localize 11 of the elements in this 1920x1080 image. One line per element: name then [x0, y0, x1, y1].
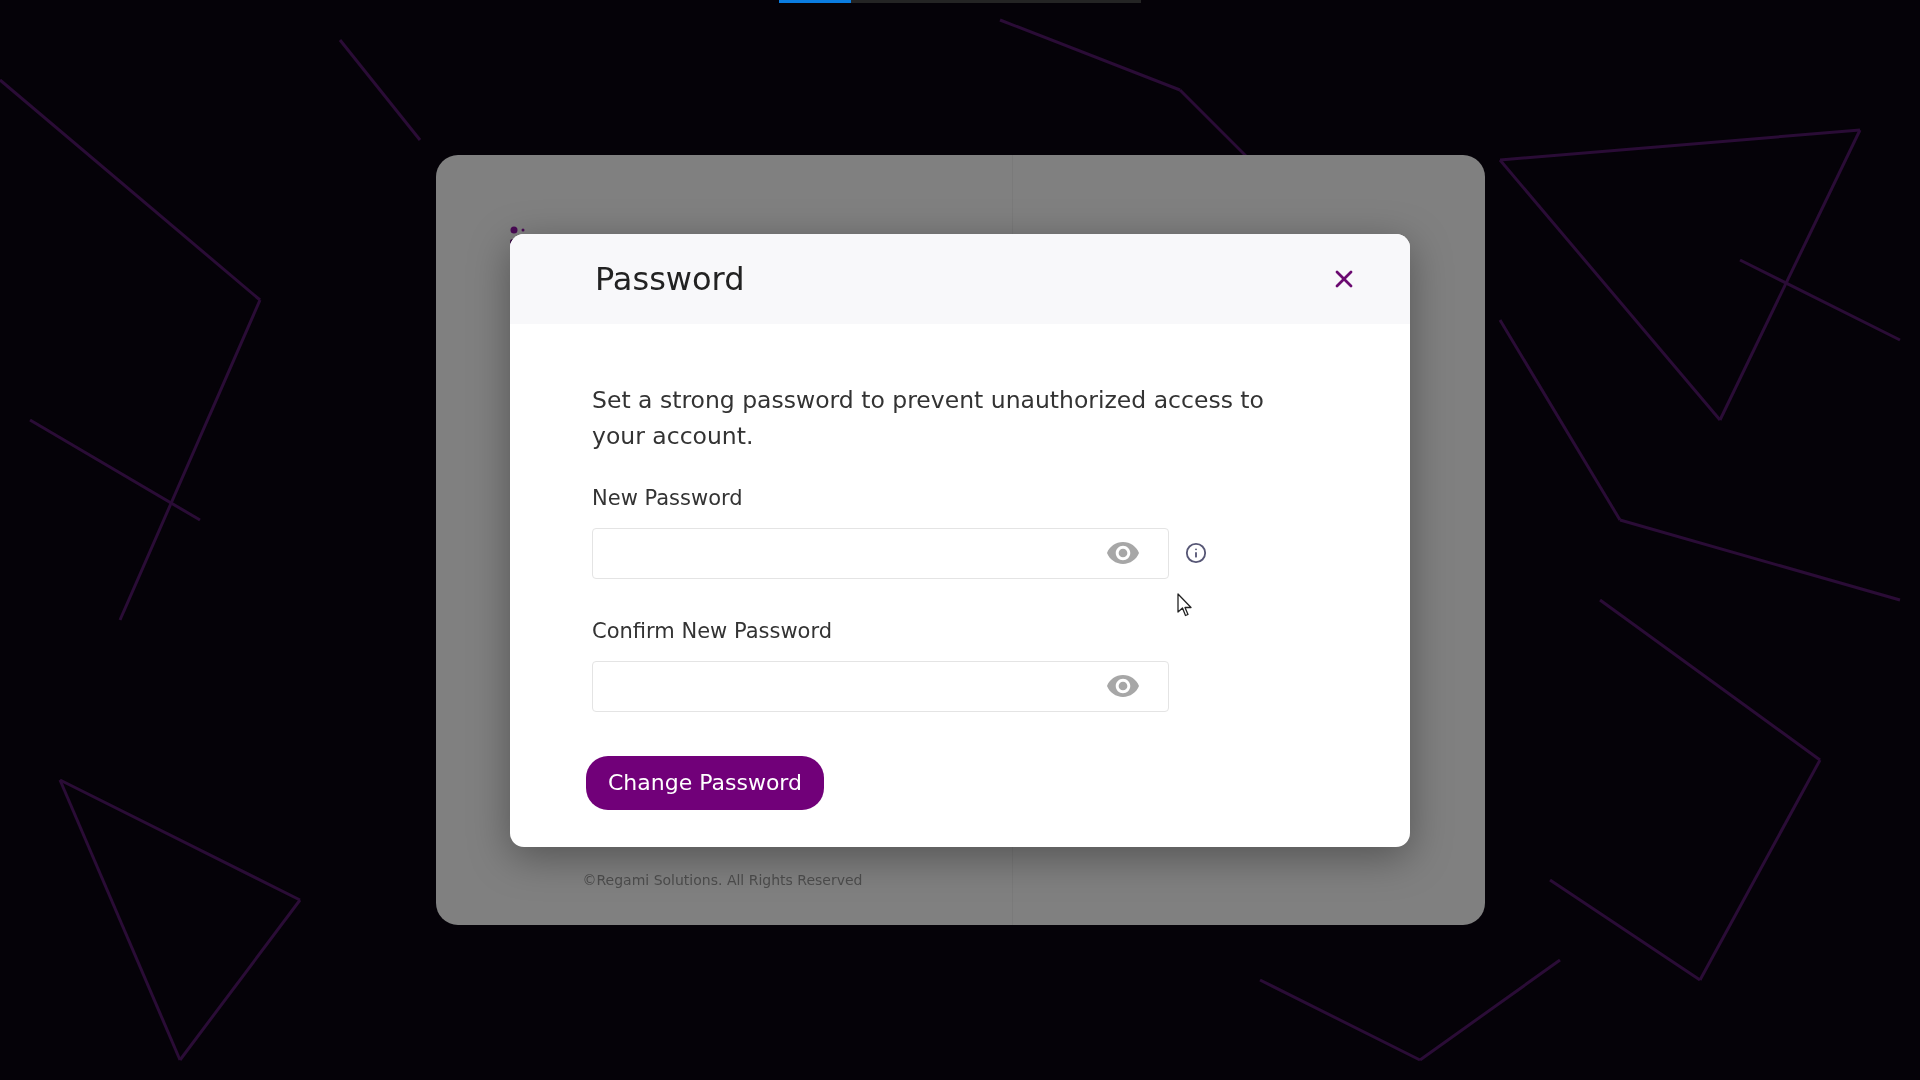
field-label: New Password [592, 484, 743, 512]
password-field[interactable] [592, 527, 1169, 579]
field-label: Confirm New Password [592, 617, 832, 645]
mouse-cursor-icon [1177, 592, 1193, 617]
info-icon[interactable] [1185, 542, 1207, 564]
eye-icon[interactable] [1107, 542, 1139, 564]
password-field[interactable] [592, 660, 1169, 712]
dialog-title: Password [595, 258, 745, 300]
dialog-description: Set a strong password to prevent unauthorized access to your account. [592, 384, 1265, 452]
eye-icon[interactable] [1107, 675, 1139, 697]
change-password-button[interactable]: Change Password [586, 755, 824, 810]
